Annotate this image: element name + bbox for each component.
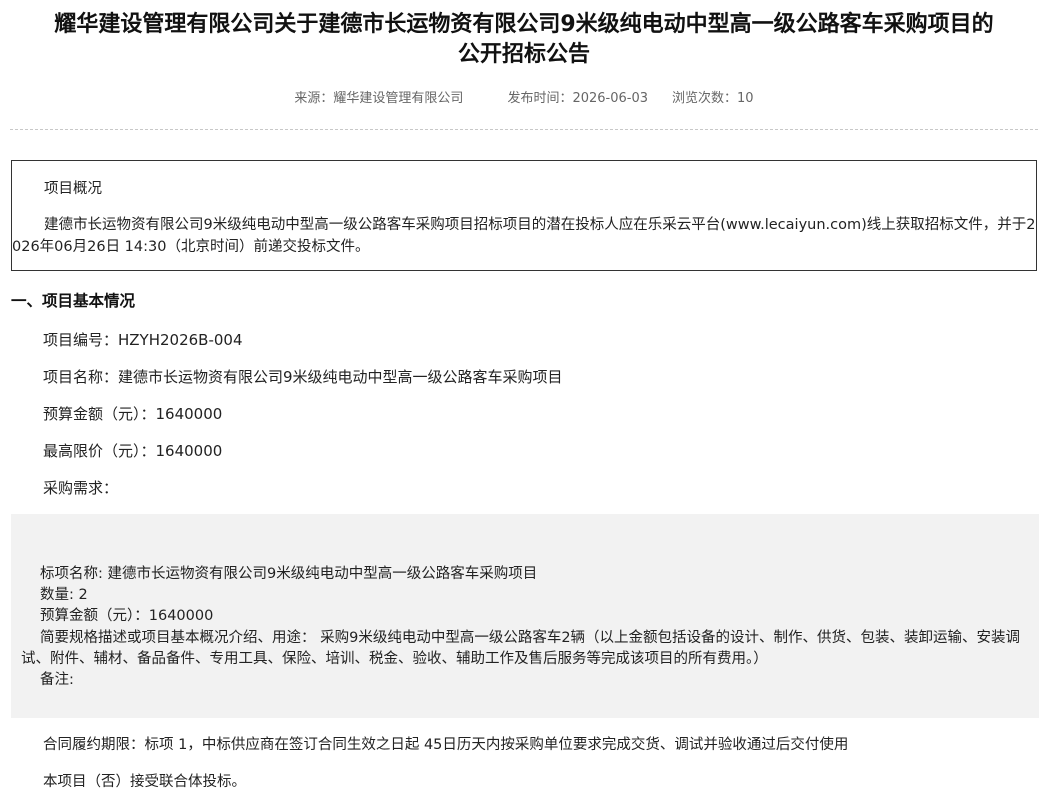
- article-meta: 来源：耀华建设管理有限公司 发布时间：2026-06-03 浏览次数：10: [0, 89, 1048, 109]
- section-heading-basic-info: 一、项目基本情况: [11, 292, 136, 310]
- page-title-line-2: 公开招标公告: [457, 42, 590, 67]
- lot-budget: 预算金额（元）：1640000: [40, 608, 214, 624]
- page-title-line-1: 耀华建设管理有限公司关于建德市长运物资有限公司9米级纯电动中型高一级公路客车采购…: [54, 12, 994, 37]
- lot-description: 简要规格描述或项目基本概况介绍、用途： 采购9米级纯电动中型高一级公路客车2辆（…: [21, 630, 1021, 667]
- project-overview-box: 项目概况 建德市长运物资有限公司9米级纯电动中型高一级公路客车采购项目招标项目的…: [11, 160, 1037, 271]
- budget-amount: 预算金额（元）：1640000: [43, 405, 223, 423]
- publish-time-label: 发布时间：: [507, 91, 573, 106]
- publish-time-value: 2026-06-03: [572, 91, 649, 106]
- view-count-label: 浏览次数：: [672, 91, 738, 106]
- contract-term: 合同履约期限：标项 1，中标供应商在签订合同生效之日起 45日历天内按采购单位要…: [43, 737, 849, 753]
- project-number: 项目编号：HZYH2026B-004: [43, 331, 243, 349]
- overview-body: 建德市长运物资有限公司9米级纯电动中型高一级公路客车采购项目招标项目的潜在投标人…: [12, 217, 1036, 255]
- lot-details-box: 标项名称: 建德市长运物资有限公司9米级纯电动中型高一级公路客车采购项目 数量:…: [11, 514, 1039, 718]
- consortium-note: 本项目（否）接受联合体投标。: [43, 774, 246, 790]
- max-price: 最高限价（元）：1640000: [43, 442, 223, 460]
- overview-title: 项目概况: [44, 181, 102, 197]
- lot-name: 标项名称: 建德市长运物资有限公司9米级纯电动中型高一级公路客车采购项目: [40, 566, 538, 582]
- header-divider: [10, 129, 1038, 130]
- source-label: 来源：: [294, 91, 334, 106]
- lot-quantity: 数量: 2: [40, 587, 88, 603]
- lot-remark: 备注:: [40, 672, 74, 688]
- project-name: 项目名称：建德市长运物资有限公司9米级纯电动中型高一级公路客车采购项目: [43, 368, 563, 386]
- procurement-requirement-label: 采购需求：: [43, 479, 119, 497]
- view-count-value: 10: [737, 91, 754, 106]
- source-value: 耀华建设管理有限公司: [333, 91, 464, 106]
- page-title: 耀华建设管理有限公司关于建德市长运物资有限公司9米级纯电动中型高一级公路客车采购…: [0, 10, 1048, 70]
